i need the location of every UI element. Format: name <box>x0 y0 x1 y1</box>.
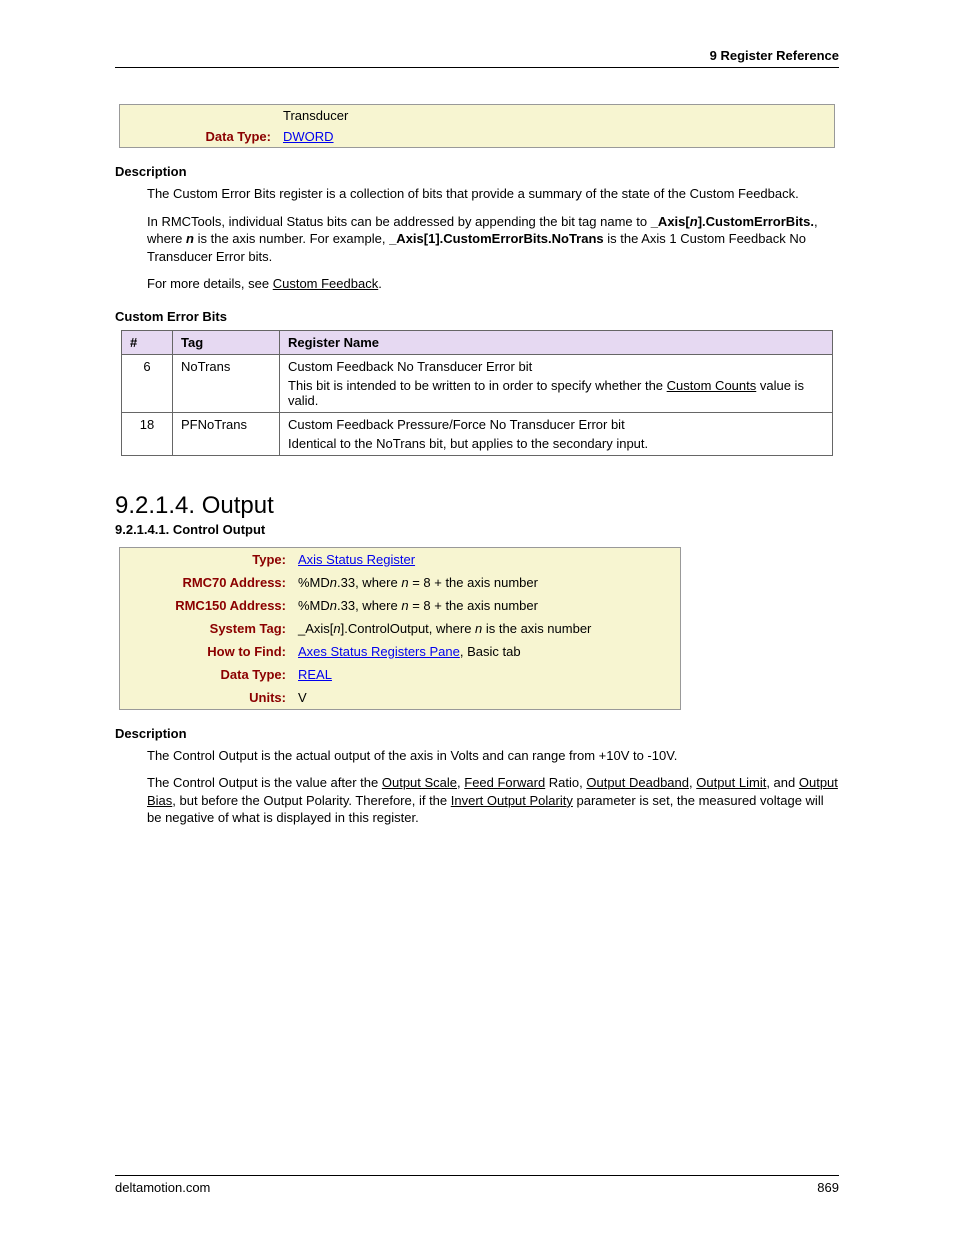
page-footer: deltamotion.com 869 <box>115 1175 839 1195</box>
feed-forward-link[interactable]: Feed Forward <box>464 775 545 790</box>
systag-label: System Tag: <box>120 617 292 640</box>
register-info-box-top: Transducer Data Type: DWORD <box>119 104 835 148</box>
find-label: How to Find: <box>120 640 292 663</box>
units-label: Units: <box>120 686 292 709</box>
th-tag: Tag <box>173 330 280 354</box>
desc1-p2: In RMCTools, individual Status bits can … <box>147 213 839 266</box>
footer-site: deltamotion.com <box>115 1180 210 1195</box>
real-link[interactable]: REAL <box>298 667 332 682</box>
output-limit-link[interactable]: Output Limit <box>696 775 766 790</box>
description-heading-2: Description <box>115 726 839 741</box>
control-output-info-box: Type: Axis Status Register RMC70 Address… <box>119 547 681 710</box>
page-header: 9 Register Reference <box>115 48 839 68</box>
invert-output-polarity-link[interactable]: Invert Output Polarity <box>451 793 573 808</box>
desc1-p1: The Custom Error Bits register is a coll… <box>147 185 839 203</box>
table-row: 6 NoTrans Custom Feedback No Transducer … <box>122 354 833 412</box>
custom-counts-link[interactable]: Custom Counts <box>667 378 757 393</box>
bit-tag: NoTrans <box>173 354 280 412</box>
custom-error-bits-heading: Custom Error Bits <box>115 309 839 324</box>
axis-status-register-link[interactable]: Axis Status Register <box>298 552 415 567</box>
desc2-p1: The Control Output is the actual output … <box>147 747 839 765</box>
dt-label: Data Type: <box>120 663 292 686</box>
find-value: Axes Status Registers Pane, Basic tab <box>292 640 680 663</box>
info-prev-value: Transducer <box>277 105 834 126</box>
output-heading: 9.2.1.4. Output <box>115 492 839 520</box>
bit-desc: Custom Feedback Pressure/Force No Transd… <box>280 412 833 455</box>
desc2-p2: The Control Output is the value after th… <box>147 774 839 827</box>
dword-link[interactable]: DWORD <box>283 129 334 144</box>
th-reg: Register Name <box>280 330 833 354</box>
desc1-p3: For more details, see Custom Feedback. <box>147 275 839 293</box>
rmc70-value: %MDn.33, where n = 8 + the axis number <box>292 571 680 594</box>
data-type-label: Data Type: <box>120 126 277 147</box>
systag-value: _Axis[n].ControlOutput, where n is the a… <box>292 617 680 640</box>
info-prev-label <box>120 105 277 126</box>
footer-page-number: 869 <box>817 1180 839 1195</box>
rmc150-value: %MDn.33, where n = 8 + the axis number <box>292 594 680 617</box>
table-row: 18 PFNoTrans Custom Feedback Pressure/Fo… <box>122 412 833 455</box>
custom-feedback-link[interactable]: Custom Feedback <box>273 276 379 291</box>
units-value: V <box>292 686 680 709</box>
bit-num: 6 <box>122 354 173 412</box>
bit-tag: PFNoTrans <box>173 412 280 455</box>
rmc150-label: RMC150 Address: <box>120 594 292 617</box>
rmc70-label: RMC70 Address: <box>120 571 292 594</box>
bit-num: 18 <box>122 412 173 455</box>
axes-status-registers-pane-link[interactable]: Axes Status Registers Pane <box>298 644 460 659</box>
custom-error-bits-table: # Tag Register Name 6 NoTrans Custom Fee… <box>121 330 833 456</box>
output-scale-link[interactable]: Output Scale <box>382 775 457 790</box>
type-label: Type: <box>120 548 292 571</box>
th-num: # <box>122 330 173 354</box>
output-deadband-link[interactable]: Output Deadband <box>586 775 689 790</box>
control-output-heading: 9.2.1.4.1. Control Output <box>115 522 839 537</box>
bit-desc: Custom Feedback No Transducer Error bit … <box>280 354 833 412</box>
description-heading-1: Description <box>115 164 839 179</box>
